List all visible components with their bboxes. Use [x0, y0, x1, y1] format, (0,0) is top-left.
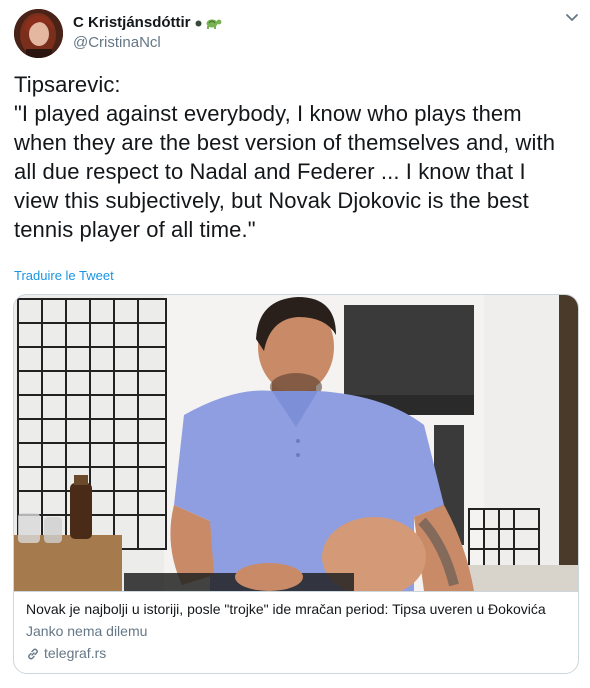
- card-title: Novak je najbolji u istoriji, posle "tro…: [26, 601, 546, 617]
- card-domain-row: telegraf.rs: [26, 644, 568, 663]
- card-image[interactable]: [14, 295, 578, 591]
- author-handle[interactable]: @CristinaNcl: [73, 33, 222, 53]
- tweet-text: Tipsarevic: "I played against everybody,…: [14, 70, 576, 244]
- avatar-photo: [14, 8, 63, 58]
- card-body[interactable]: Novak je najbolji u istoriji, posle "tro…: [14, 591, 578, 673]
- tweet-line-speaker: Tipsarevic:: [14, 72, 121, 97]
- name-emoji-group: [195, 17, 222, 29]
- tweet-header: C Kristjánsdóttir @CristinaNcl: [14, 8, 576, 58]
- card-description: Janko nema dilemu: [26, 623, 148, 639]
- avatar[interactable]: [14, 8, 63, 58]
- author-name-row: C Kristjánsdóttir: [73, 13, 222, 33]
- author-block: C Kristjánsdóttir @CristinaNcl: [73, 13, 222, 53]
- tweet: C Kristjánsdóttir @CristinaNcl Tipsarevi…: [0, 0, 590, 688]
- link-icon: [28, 648, 38, 659]
- translate-tweet-link[interactable]: Traduire le Tweet: [14, 268, 114, 283]
- card-domain: telegraf.rs: [44, 645, 107, 661]
- author-display-name[interactable]: C Kristjánsdóttir: [73, 13, 191, 33]
- chevron-down-icon[interactable]: [562, 8, 582, 28]
- link-card[interactable]: Novak je najbolji u istoriji, posle "tro…: [13, 294, 579, 674]
- man-in-blue-polo-photo: [14, 295, 578, 591]
- turtle-icon: [206, 19, 221, 29]
- tennis-ball-icon: [195, 20, 202, 26]
- tweet-line-quote: "I played against everybody, I know who …: [14, 101, 556, 242]
